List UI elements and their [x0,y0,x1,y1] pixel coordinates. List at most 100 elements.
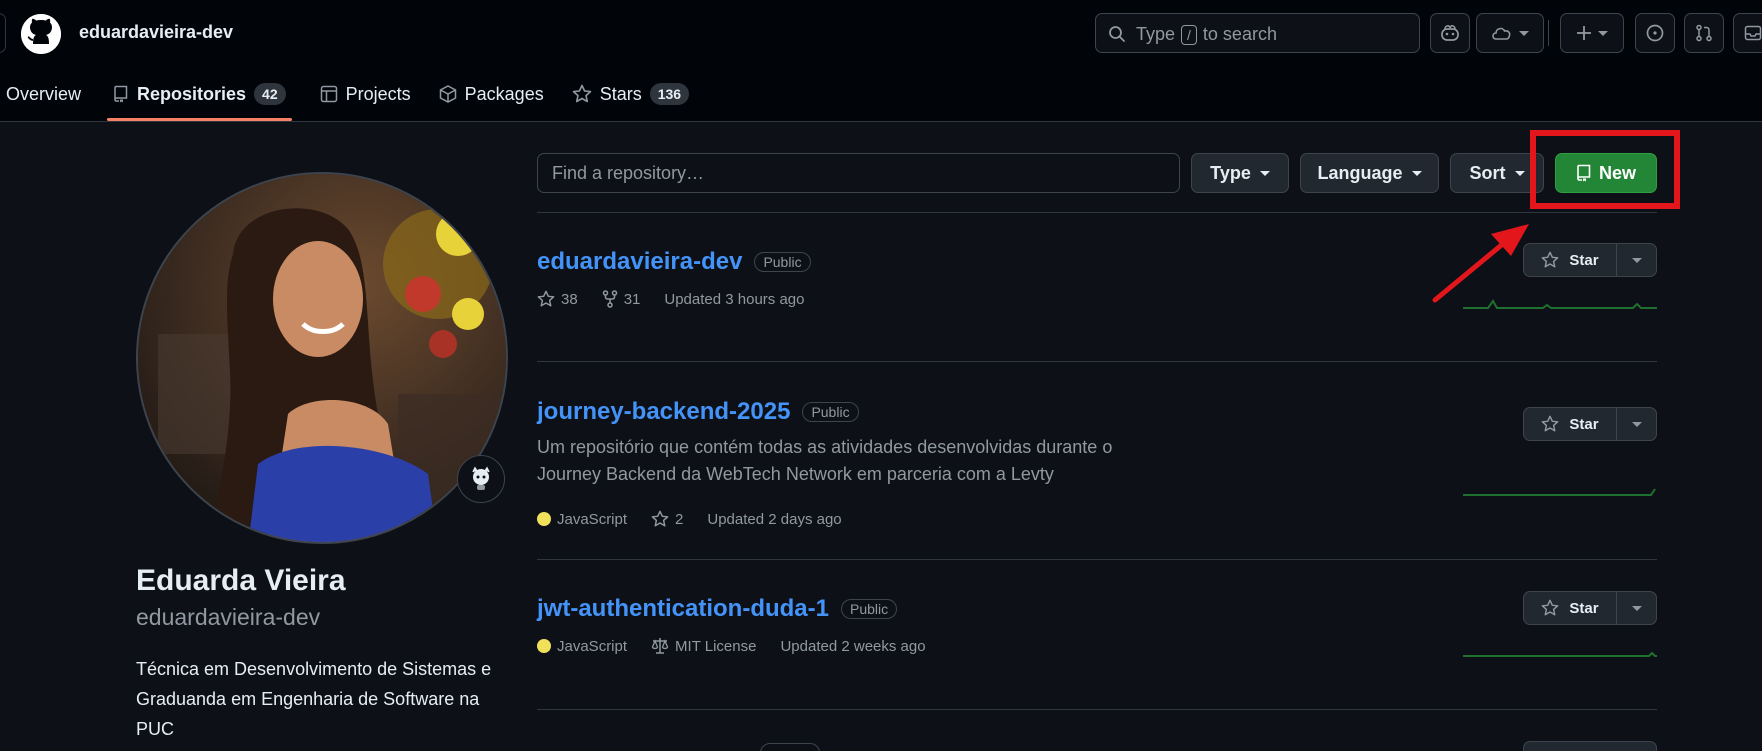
chevron-down-icon [1631,421,1642,427]
github-logo-icon[interactable] [21,14,61,54]
repo-description: Um repositório que contém todas as ativi… [537,437,1113,484]
activity-sparkline [1463,488,1656,496]
copilot-button[interactable] [1430,13,1470,53]
search-input[interactable]: Type / to search [1095,13,1420,53]
profile-bio: Técnica em Desenvolvimento de Sistemas e… [136,659,492,739]
repo-name-link[interactable]: eduardavieira-dev [537,248,742,276]
tab-overview[interactable]: Overview [0,78,95,110]
pull-requests-button[interactable] [1684,13,1724,53]
star-button-group: Star [1523,407,1657,441]
repo-updated-time: Updated 3 hours ago [664,290,805,308]
inbox-icon [1744,24,1762,42]
status-emoji-button[interactable] [457,455,505,503]
repo-star-count: 38 [561,290,578,308]
repo-stars-link[interactable]: 38 [537,290,578,308]
language-color-dot [537,512,551,526]
visibility-badge: Public [754,252,811,272]
octocat-icon [468,466,494,492]
repo-list-item: journey-backend-2025 Public Um repositór… [537,398,1657,528]
star-icon [1541,415,1559,433]
annotation-highlight-box [1530,130,1680,209]
tab-projects[interactable]: Projects [306,78,425,110]
repo-name-link[interactable]: journey-backend-2025 [537,398,790,426]
copilot-dropdown-button[interactable] [1476,13,1544,53]
profile-login: eduardavieira-dev [136,604,321,630]
chevron-down-icon [1631,605,1642,611]
search-prefix: Type [1136,24,1176,44]
issue-icon [1646,24,1664,42]
star-list-dropdown-button[interactable] [1617,592,1656,624]
header: eduardavieira-dev Type / to search Overv… [0,0,1762,122]
language-filter-button[interactable]: Language [1300,153,1439,193]
repo-updated-time: Updated 2 weeks ago [780,637,926,655]
type-filter-button[interactable]: Type [1191,153,1289,193]
star-list-dropdown-button[interactable] [1617,244,1656,276]
star-icon [572,84,592,104]
star-button-group: Star [1523,591,1657,625]
visibility-badge [760,743,820,751]
pull-request-icon [1695,24,1713,42]
star-button-label: Star [1569,599,1599,617]
tab-packages[interactable]: Packages [425,78,558,110]
repo-icon [113,85,129,103]
tab-label: Projects [345,83,411,104]
repo-license-label: MIT License [675,637,757,655]
avatar[interactable] [136,172,508,544]
list-divider [537,361,1657,362]
issues-button[interactable] [1635,13,1675,53]
star-button-group [1523,741,1657,751]
activity-sparkline [1463,299,1657,309]
star-icon [537,290,555,308]
profile-tabs: Overview Repositories 42 Projects Packag… [0,78,703,122]
repo-forks-link[interactable]: 31 [602,290,641,308]
star-icon [651,510,669,528]
list-divider [537,212,1657,213]
profile-name: Eduarda Vieira [136,564,346,597]
inbox-button[interactable] [1733,13,1762,53]
star-icon [1541,251,1559,269]
create-new-button[interactable] [1560,13,1624,53]
repo-updated-time: Updated 2 days ago [707,510,842,528]
list-divider [537,709,1657,710]
law-icon [651,637,669,655]
find-repository-input[interactable]: Find a repository… [537,153,1180,193]
repo-language-label: JavaScript [557,637,628,655]
tab-label: Repositories [137,83,247,104]
star-button[interactable]: Star [1524,592,1617,624]
chevron-down-icon [1631,257,1642,263]
star-button[interactable]: Star [1524,408,1617,440]
chevron-down-icon [1519,30,1529,36]
plus-icon [1576,25,1592,41]
tab-stars[interactable]: Stars 136 [558,78,703,110]
package-icon [439,85,457,103]
chevron-down-icon [1411,170,1422,176]
sort-filter-label: Sort [1469,162,1506,183]
tab-repositories[interactable]: Repositories 42 [99,78,300,121]
fork-icon [602,290,618,308]
star-button[interactable]: Star [1524,244,1617,276]
repo-count-badge: 42 [254,83,286,105]
repo-name-link[interactable]: jwt-authentication-duda-1 [537,595,829,623]
tab-label: Packages [464,83,544,104]
repo-license[interactable]: MIT License [651,637,756,655]
star-icon [1541,599,1559,617]
visibility-badge: Public [802,402,859,422]
language-color-dot [537,639,551,653]
activity-sparkline [1463,651,1657,657]
type-filter-label: Type [1210,162,1251,183]
header-separator [1548,20,1549,46]
search-suffix: to search [1202,24,1277,44]
tab-label: Overview [6,83,82,104]
star-button-label: Star [1569,251,1599,269]
search-icon [1108,25,1126,43]
header-username[interactable]: eduardavieira-dev [79,22,233,43]
menu-button[interactable] [0,13,6,53]
star-button-group: Star [1523,243,1657,277]
repo-language: JavaScript [537,638,627,655]
repo-language-label: JavaScript [557,510,628,528]
star-list-dropdown-button[interactable] [1617,408,1656,440]
stars-count-badge: 136 [649,83,690,105]
chevron-down-icon [1259,170,1270,176]
repo-stars-link[interactable]: 2 [651,510,683,528]
repo-fork-count: 31 [623,290,641,308]
